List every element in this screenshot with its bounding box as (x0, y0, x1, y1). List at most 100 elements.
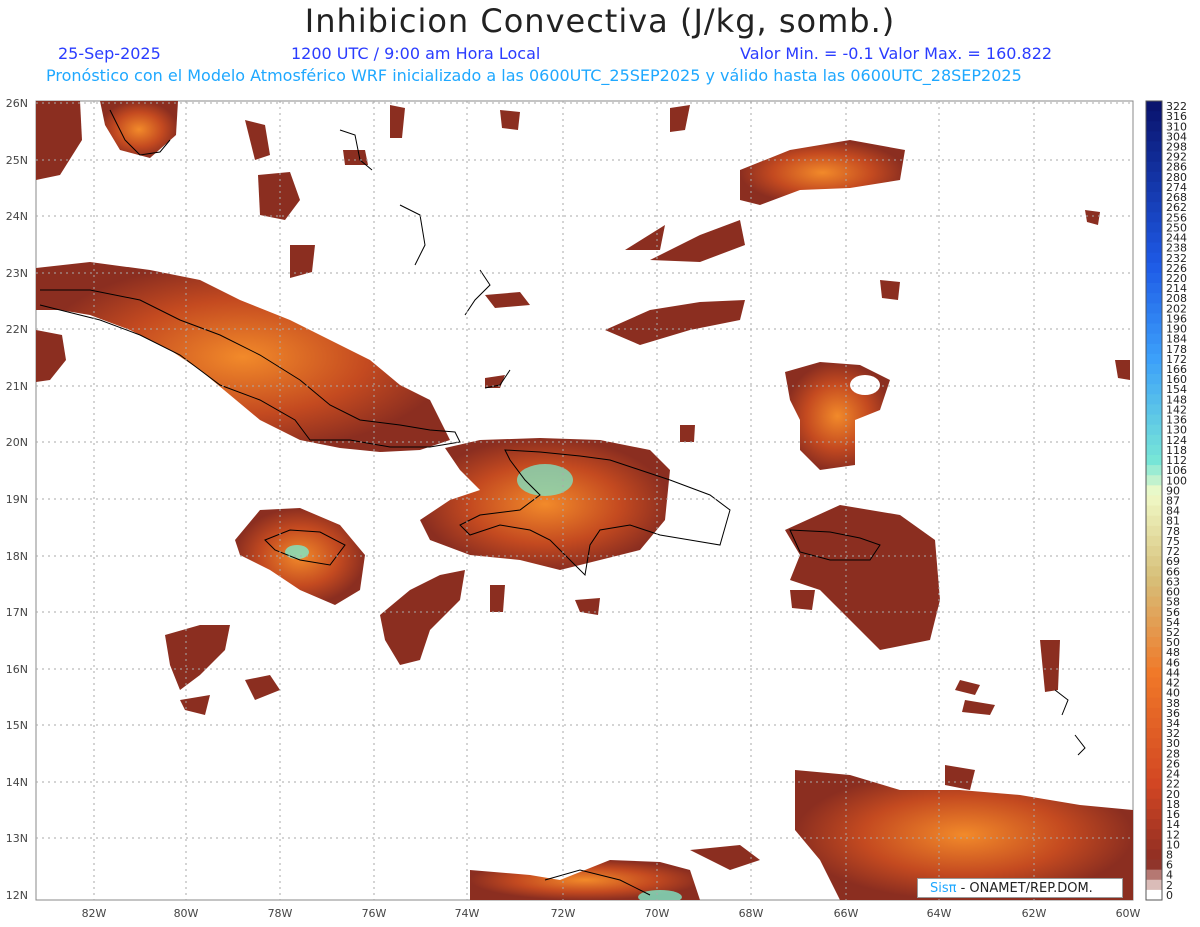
lat-label: 12N (6, 889, 28, 902)
lat-label: 26N (6, 97, 28, 110)
colorbar-swatch (1146, 657, 1162, 668)
colorbar-swatch (1146, 485, 1162, 496)
colorbar-swatch (1146, 465, 1162, 476)
colorbar-swatch (1146, 343, 1162, 355)
colorbar-swatch (1146, 778, 1162, 790)
lon-label: 78W (268, 907, 293, 920)
colorbar-swatch (1146, 677, 1162, 689)
colorbar-swatch (1146, 283, 1162, 294)
colorbar-swatch (1146, 879, 1162, 891)
colorbar-swatch (1146, 717, 1162, 729)
colorbar-swatch (1146, 869, 1162, 881)
colorbar-swatch (1146, 525, 1162, 537)
colorbar-swatch (1146, 262, 1162, 274)
colorbar-swatch (1146, 788, 1162, 800)
colorbar-swatch (1146, 181, 1162, 193)
credit-text: - ONAMET/REP.DOM. (956, 881, 1093, 896)
colorbar-swatch (1146, 576, 1162, 587)
colorbar-swatch (1146, 161, 1162, 173)
lat-label: 17N (6, 606, 28, 619)
lon-label: 66W (834, 907, 859, 920)
colorbar-swatch (1146, 353, 1162, 365)
colorbar-swatch (1146, 616, 1162, 628)
colorbar-swatch (1146, 495, 1162, 507)
colorbar-swatch (1146, 111, 1162, 122)
colorbar-swatch (1146, 434, 1162, 446)
colorbar-swatch (1146, 293, 1162, 304)
colorbar-swatch (1146, 252, 1162, 264)
colorbar-swatch (1146, 546, 1162, 557)
colorbar-swatch (1146, 212, 1162, 223)
colorbar-swatch (1146, 748, 1162, 759)
colorbar-swatch (1146, 363, 1162, 375)
colorbar-swatch (1146, 829, 1162, 840)
colorbar-swatch (1146, 535, 1162, 547)
lat-label: 24N (6, 210, 28, 223)
colorbar-swatch (1146, 738, 1162, 749)
colorbar-swatch (1146, 667, 1162, 678)
colorbar-swatch (1146, 202, 1162, 213)
colorbar-swatch (1146, 242, 1162, 254)
colorbar-swatch (1146, 404, 1162, 416)
colorbar-swatch (1146, 192, 1162, 203)
colorbar-swatch (1146, 859, 1162, 871)
lon-label: 60W (1116, 907, 1141, 920)
lon-label: 64W (927, 907, 952, 920)
colorbar-swatch (1146, 606, 1162, 618)
lon-label: 70W (645, 907, 670, 920)
lat-label: 19N (6, 493, 28, 506)
colorbar-swatch (1146, 303, 1162, 314)
colorbar-swatch (1146, 637, 1162, 648)
colorbar-swatch (1146, 272, 1162, 284)
colorbar-swatch (1146, 151, 1162, 163)
longitude-labels: 82W 80W 78W 76W 74W 72W 70W 68W 66W 64W … (82, 907, 1141, 920)
colorbar-swatch (1146, 475, 1162, 486)
colorbar-swatch (1146, 566, 1162, 577)
colorbar-swatch (1146, 728, 1162, 739)
colorbar-swatch (1146, 758, 1162, 770)
colorbar-swatch (1146, 232, 1162, 244)
map-figure: 26N 25N 24N 23N 22N 21N 20N 19N 18N 17N … (6, 97, 1187, 920)
colorbar-swatch (1146, 101, 1162, 112)
colorbar: 3223163103042982922862802742682622562502… (1145, 100, 1187, 902)
lat-label: 15N (6, 719, 28, 732)
colorbar-swatch (1146, 798, 1162, 810)
colorbar-swatch (1146, 505, 1162, 517)
latitude-labels: 26N 25N 24N 23N 22N 21N 20N 19N 18N 17N … (6, 97, 28, 902)
lat-label: 18N (6, 550, 28, 563)
lat-label: 16N (6, 663, 28, 676)
colorbar-swatch (1146, 556, 1162, 567)
colorbar-swatch (1146, 374, 1162, 385)
colorbar-swatch (1146, 414, 1162, 426)
colorbar-swatch (1146, 141, 1162, 153)
lat-label: 23N (6, 267, 28, 280)
colorbar-swatch (1146, 424, 1162, 436)
colorbar-swatch (1146, 323, 1162, 335)
lon-label: 72W (551, 907, 576, 920)
colorbar-swatch (1146, 384, 1162, 395)
colorbar-label: 0 (1166, 889, 1173, 902)
colorbar-swatch (1146, 454, 1162, 466)
colorbar-swatch (1146, 697, 1162, 709)
colorbar-swatch (1146, 222, 1162, 233)
lon-label: 74W (455, 907, 480, 920)
colorbar-swatch (1146, 333, 1162, 345)
colorbar-swatch (1146, 171, 1162, 183)
sispi-brand: Sisπ (930, 881, 957, 896)
colorbar-swatch (1146, 131, 1162, 142)
lat-label: 21N (6, 380, 28, 393)
colorbar-swatch (1146, 839, 1162, 850)
lat-label: 22N (6, 323, 28, 336)
lon-label: 82W (82, 907, 107, 920)
colorbar-swatch (1146, 444, 1162, 456)
lat-label: 14N (6, 776, 28, 789)
colorbar-swatch (1146, 849, 1162, 861)
lon-label: 80W (174, 907, 199, 920)
colorbar-swatch (1146, 707, 1162, 719)
credit-box: Sisπ - ONAMET/REP.DOM. (917, 878, 1123, 898)
lon-label: 62W (1022, 907, 1047, 920)
colorbar-swatch (1146, 687, 1162, 699)
colorbar-swatch (1146, 768, 1162, 780)
colorbar-swatch (1146, 596, 1162, 608)
lat-label: 25N (6, 154, 28, 167)
